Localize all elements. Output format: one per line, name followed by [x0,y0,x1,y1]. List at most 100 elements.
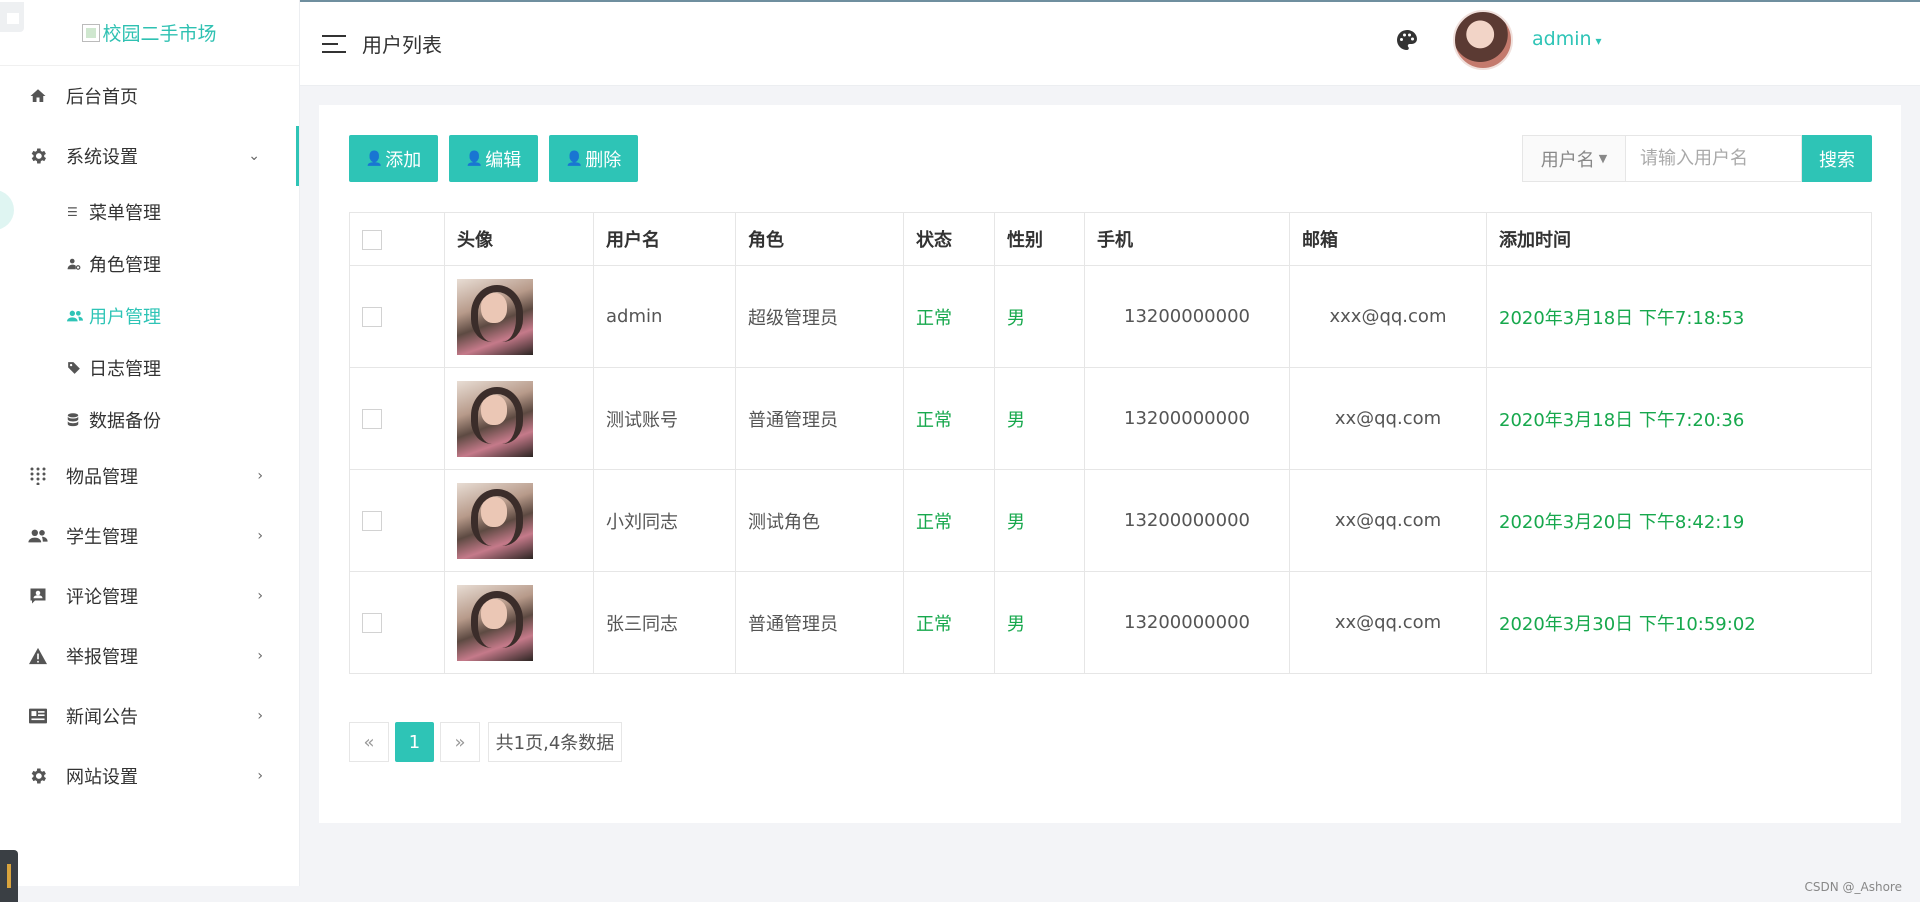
table-row[interactable]: admin 超级管理员 正常 男 13200000000 xxx@qq.com … [349,265,1872,368]
search-field-select[interactable]: 用户名 ▼ [1522,135,1626,182]
edit-button-label: 编辑 [485,149,522,171]
subitem-label: 菜单管理 [89,203,161,224]
sidebar-subitem-users[interactable]: 用户管理 [0,290,299,342]
sidebar-subitem-role[interactable]: 角色管理 [0,238,299,290]
created-cell: 2020年3月20日 下午8:42:19 [1486,469,1872,572]
column-header: 添加时间 [1486,212,1872,266]
status-cell: 正常 [903,265,995,368]
sidebar-item-label: 评论管理 [66,587,138,608]
sidebar-item-students[interactable]: 学生管理 › [0,506,299,566]
sidebar-item-reports[interactable]: 举报管理 › [0,626,299,686]
chevron-right-icon: › [257,528,263,544]
add-button[interactable]: 👤 添加 [349,135,438,182]
sidebar-item-label: 系统设置 [66,147,138,168]
sidebar-item-dashboard[interactable]: 后台首页 [0,66,299,126]
phone-cell: 13200000000 [1084,265,1290,368]
username-cell: 测试账号 [593,367,736,470]
select-all-cell [349,212,445,266]
palette-icon[interactable] [1395,28,1419,52]
subitem-label: 数据备份 [89,411,161,432]
chevron-right-icon: › [257,768,263,784]
email-cell: xxx@qq.com [1289,265,1487,368]
phone-cell: 13200000000 [1084,571,1290,674]
row-checkbox[interactable] [362,307,382,327]
username-cell: 张三同志 [593,571,736,674]
row-checkbox[interactable] [362,613,382,633]
gear-icon [28,146,48,166]
gender-cell: 男 [994,469,1085,572]
user-avatar-image [457,278,533,355]
column-header: 性别 [994,212,1085,266]
avatar-cell [444,469,594,572]
status-cell: 正常 [903,469,995,572]
tags-icon [67,361,83,375]
created-cell: 2020年3月30日 下午10:59:02 [1486,571,1872,674]
table-row[interactable]: 小刘同志 测试角色 正常 男 13200000000 xx@qq.com 202… [349,469,1872,572]
corner-toggle-button[interactable] [0,2,24,32]
gender-cell: 男 [994,265,1085,368]
pagination-prev[interactable]: « [349,722,389,762]
search-button[interactable]: 搜索 [1802,135,1872,182]
broken-image-icon [82,23,101,42]
sidebar-subitem-logs[interactable]: 日志管理 [0,342,299,394]
watermark: CSDN @_Ashore [1804,880,1903,894]
delete-button-label: 删除 [585,149,622,171]
sidebar-item-site-settings[interactable]: 网站设置 › [0,746,299,806]
menu-toggle-icon[interactable] [322,34,346,53]
pagination-page-1[interactable]: 1 [395,722,434,762]
user-remove-icon: 👤 [565,150,584,167]
avatar-cell [444,367,594,470]
logo[interactable]: 校园二手市场 [0,0,299,66]
sidebar: 校园二手市场 后台首页 系统设置 ⌄ ☰ 菜单管理 角色管理 用户管理 日志管理… [0,0,300,886]
comment-user-icon [28,586,48,606]
search-field-label: 用户名 [1540,149,1595,171]
chevron-right-icon: › [257,588,263,604]
pagination-next[interactable]: » [440,722,480,762]
list-icon: ☰ [67,205,78,219]
created-cell: 2020年3月18日 下午7:18:53 [1486,265,1872,368]
user-gear-icon [67,257,83,271]
sidebar-item-goods[interactable]: 物品管理 › [0,446,299,506]
sidebar-subitem-backup[interactable]: 数据备份 [0,394,299,446]
sidebar-item-label: 举报管理 [66,647,138,668]
top-header: 用户列表 [300,2,1920,86]
column-header: 手机 [1084,212,1290,266]
database-icon [67,413,83,427]
sidebar-item-label: 物品管理 [66,467,138,488]
subitem-label: 用户管理 [89,307,161,328]
username-cell: 小刘同志 [593,469,736,572]
caret-down-icon: ▾ [1595,34,1602,48]
side-scroll-handle[interactable] [0,850,18,902]
search-input[interactable] [1626,135,1802,182]
delete-button[interactable]: 👤 删除 [549,135,638,182]
user-avatar-image [457,380,533,457]
sidebar-item-news[interactable]: 新闻公告 › [0,686,299,746]
sidebar-subitem-menu[interactable]: ☰ 菜单管理 [0,186,299,238]
created-cell: 2020年3月18日 下午7:20:36 [1486,367,1872,470]
row-select-cell [349,469,445,572]
role-cell: 超级管理员 [735,265,904,368]
edit-button[interactable]: 👤 编辑 [449,135,538,182]
home-icon [28,86,48,106]
avatar-cell [444,265,594,368]
avatar[interactable] [1453,10,1513,70]
user-avatar-image [457,584,533,661]
table-header-row: 头像 用户名 角色 状态 性别 手机 邮箱 添加时间 [349,212,1872,266]
add-button-label: 添加 [385,149,422,171]
row-checkbox[interactable] [362,409,382,429]
logo-alt-text: 校园二手市场 [102,23,217,45]
user-name-label: admin [1532,28,1592,50]
role-cell: 测试角色 [735,469,904,572]
chevron-right-icon: › [257,468,263,484]
select-all-checkbox[interactable] [362,229,382,250]
row-checkbox[interactable] [362,511,382,531]
chevron-right-icon: › [257,648,263,664]
user-menu[interactable]: admin ▾ [1532,28,1602,50]
pagination-info: 共1页,4条数据 [488,722,622,762]
table-row[interactable]: 测试账号 普通管理员 正常 男 13200000000 xx@qq.com 20… [349,367,1872,470]
table-row[interactable]: 张三同志 普通管理员 正常 男 13200000000 xx@qq.com 20… [349,571,1872,674]
sidebar-item-comments[interactable]: 评论管理 › [0,566,299,626]
sidebar-item-system-settings[interactable]: 系统设置 ⌄ [0,126,299,186]
users-table: 头像 用户名 角色 状态 性别 手机 邮箱 添加时间 admin 超级管理员 正… [349,212,1872,674]
subitem-label: 角色管理 [89,255,161,276]
